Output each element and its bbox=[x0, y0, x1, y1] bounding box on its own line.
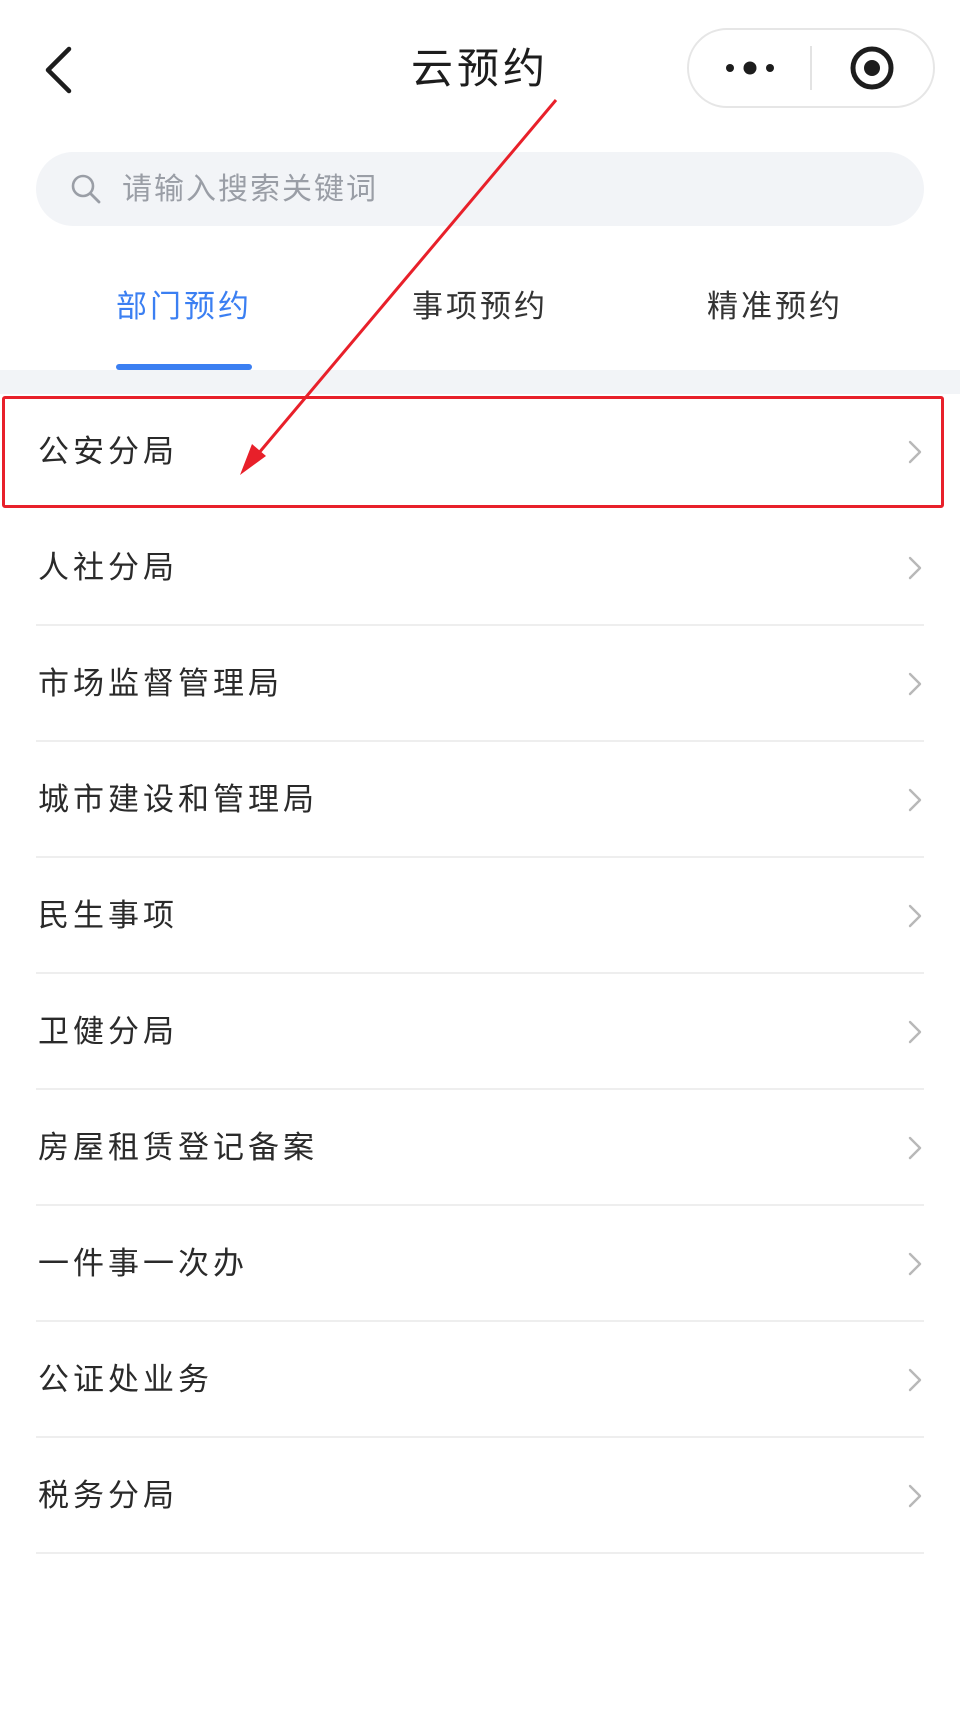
list-item-label: 市场监督管理局 bbox=[38, 666, 283, 702]
list-item-label: 公证处业务 bbox=[38, 1362, 213, 1398]
list-item[interactable]: 人社分局 bbox=[0, 510, 960, 626]
list-divider bbox=[36, 1552, 924, 1554]
chevron-right-icon bbox=[908, 1136, 922, 1160]
chevron-right-icon bbox=[908, 1252, 922, 1276]
list-item[interactable]: 一件事一次办 bbox=[0, 1206, 960, 1322]
navigation-bar: 云预约 bbox=[0, 0, 960, 140]
chevron-right-icon bbox=[908, 672, 922, 696]
chevron-right-icon bbox=[908, 440, 922, 464]
close-mini-program-button[interactable] bbox=[812, 30, 933, 106]
list-item[interactable]: 卫健分局 bbox=[0, 974, 960, 1090]
list-item[interactable]: 税务分局 bbox=[0, 1438, 960, 1554]
list-item-label: 卫健分局 bbox=[38, 1014, 178, 1050]
tab-label: 精准预约 bbox=[707, 289, 843, 325]
list-item-label: 城市建设和管理局 bbox=[38, 782, 318, 818]
department-list: 公安分局 人社分局 市场监督管理局 城市建设和管理局 民生事项 卫健分局 房屋租… bbox=[0, 394, 960, 1554]
chevron-right-icon bbox=[908, 1484, 922, 1508]
search-bar[interactable] bbox=[36, 152, 924, 226]
search-input[interactable] bbox=[120, 170, 884, 208]
list-item-label: 公安分局 bbox=[38, 434, 178, 470]
more-dots-icon bbox=[725, 61, 774, 75]
mini-program-capsule bbox=[687, 28, 935, 108]
list-item-label: 人社分局 bbox=[38, 550, 178, 586]
list-item-label: 民生事项 bbox=[38, 898, 178, 934]
tab-precise-booking[interactable]: 精准预约 bbox=[625, 260, 925, 372]
tab-item-booking[interactable]: 事项预约 bbox=[330, 260, 630, 372]
more-button[interactable] bbox=[689, 30, 810, 106]
chevron-right-icon bbox=[908, 904, 922, 928]
target-circle-icon bbox=[850, 46, 894, 90]
tab-department-booking[interactable]: 部门预约 bbox=[34, 260, 334, 372]
list-item[interactable]: 公证处业务 bbox=[0, 1322, 960, 1438]
list-item-label: 房屋租赁登记备案 bbox=[38, 1130, 318, 1166]
list-item-label: 税务分局 bbox=[38, 1478, 178, 1514]
list-item[interactable]: 城市建设和管理局 bbox=[0, 742, 960, 858]
chevron-right-icon bbox=[908, 556, 922, 580]
section-separator bbox=[0, 370, 960, 394]
tab-bar: 部门预约 事项预约 精准预约 bbox=[0, 260, 960, 372]
list-item[interactable]: 公安分局 bbox=[0, 394, 960, 510]
chevron-right-icon bbox=[908, 788, 922, 812]
list-item[interactable]: 民生事项 bbox=[0, 858, 960, 974]
chevron-right-icon bbox=[908, 1020, 922, 1044]
tab-label: 部门预约 bbox=[116, 289, 252, 325]
list-item-label: 一件事一次办 bbox=[38, 1246, 248, 1282]
search-icon bbox=[71, 174, 101, 204]
list-item[interactable]: 市场监督管理局 bbox=[0, 626, 960, 742]
tab-label: 事项预约 bbox=[412, 289, 548, 325]
list-item[interactable]: 房屋租赁登记备案 bbox=[0, 1090, 960, 1206]
chevron-right-icon bbox=[908, 1368, 922, 1392]
